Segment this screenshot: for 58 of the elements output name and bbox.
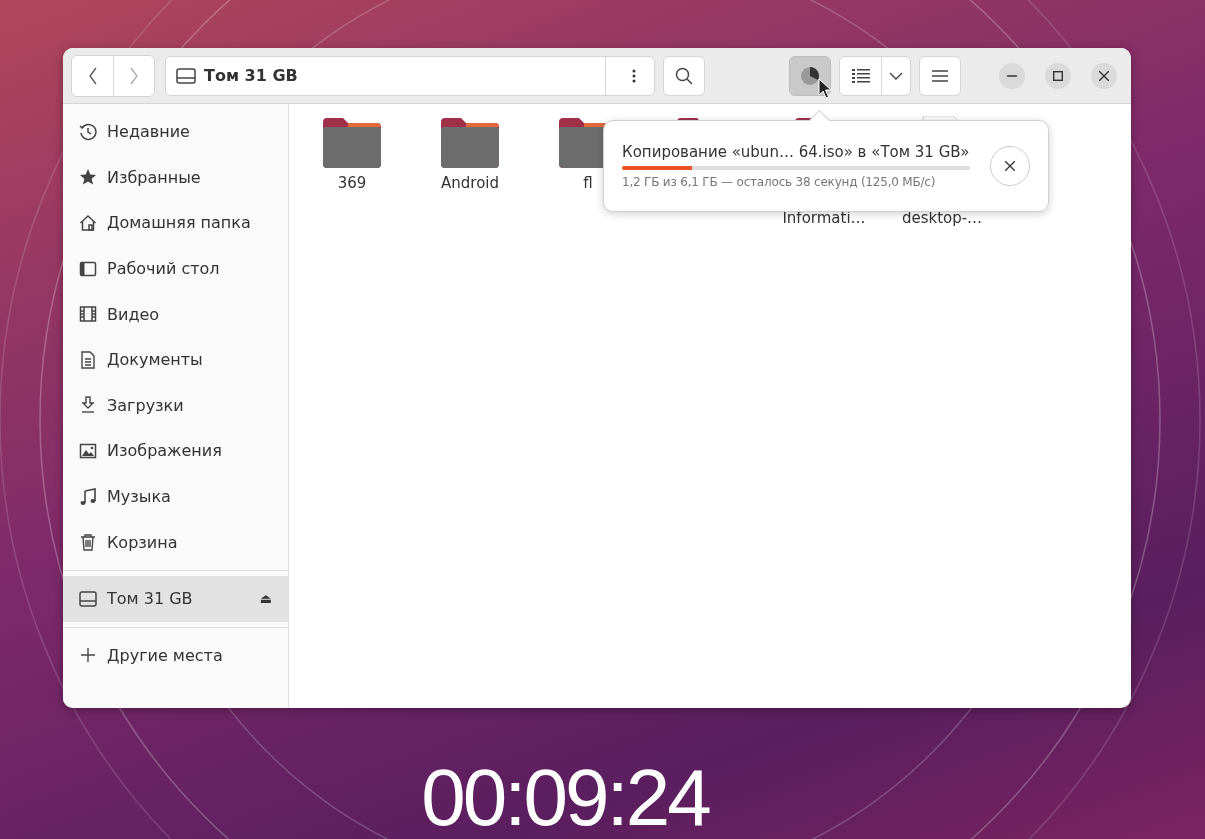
folder-icon[interactable] — [441, 116, 499, 168]
file-name: fl — [583, 174, 593, 192]
sidebar-item[interactable]: Рабочий стол — [63, 245, 288, 292]
document-icon — [79, 350, 97, 369]
chevron-right-icon — [129, 66, 139, 85]
desktop-icon — [79, 259, 97, 278]
close-icon — [1099, 70, 1109, 81]
close-icon — [1005, 161, 1016, 171]
mouse-pointer-icon — [818, 78, 832, 100]
image-icon — [79, 441, 97, 460]
timer-text: 00:09:24 — [420, 758, 711, 838]
download-icon — [79, 396, 97, 415]
home-icon — [79, 214, 97, 232]
sidebar-item[interactable]: Недавние — [63, 109, 288, 155]
operation-title: Копирование «ubun… 64.iso» в «Том 31 GB» — [622, 143, 971, 161]
file-name: 369 — [337, 174, 367, 192]
location-label: Том 31 GB — [204, 66, 299, 85]
sidebar-item[interactable]: Документы — [63, 336, 288, 383]
star-icon — [79, 168, 97, 187]
location-bar[interactable]: Том 31 GB — [165, 55, 655, 96]
close-button[interactable] — [1091, 62, 1117, 89]
search-button[interactable] — [663, 55, 705, 96]
menu-icon — [932, 69, 948, 82]
trash-icon — [79, 533, 97, 552]
eject-button[interactable]: ⏏ — [259, 591, 272, 607]
list-icon — [851, 68, 870, 83]
vertical-dots-icon — [632, 68, 636, 83]
operation-details: 1,2 ГБ из 6,1 ГБ — осталось 38 секунд (125,0 МБ/с) — [622, 175, 937, 189]
chevron-down-icon — [889, 71, 903, 80]
sidebar-item[interactable]: Том 31 GB ⏏ — [63, 575, 288, 622]
drive-icon — [79, 589, 97, 608]
maximize-icon — [1053, 70, 1063, 81]
clock-icon — [79, 122, 97, 141]
sidebar-item[interactable]: Домашняя папка — [63, 200, 288, 246]
main-menu-button[interactable] — [919, 55, 961, 96]
sidebar-item[interactable]: Загрузки — [63, 382, 288, 429]
sidebar-item[interactable]: Корзина — [63, 519, 288, 565]
minimize-button[interactable] — [999, 62, 1025, 89]
sidebar-item[interactable]: Другие места — [63, 632, 288, 679]
file-name: Android — [441, 174, 499, 192]
chevron-left-icon — [87, 66, 98, 85]
search-icon — [675, 66, 693, 85]
cancel-button[interactable] — [990, 146, 1030, 186]
pie-progress-icon — [800, 65, 820, 86]
film-icon — [79, 305, 97, 324]
folder-icon[interactable] — [323, 116, 381, 168]
sidebar-item[interactable]: Музыка — [63, 473, 288, 520]
music-icon — [79, 487, 97, 506]
sidebar-item[interactable]: Избранные — [63, 154, 288, 201]
list-view-button[interactable] — [840, 56, 881, 95]
maximize-button[interactable] — [1045, 62, 1071, 89]
sidebar-item[interactable]: Видео — [63, 291, 288, 337]
plus-icon — [79, 646, 97, 665]
drive-icon — [176, 67, 196, 84]
file-name: Informati… — [782, 209, 866, 227]
sidebar-item[interactable]: Изображения — [63, 428, 288, 474]
minimize-icon — [1007, 74, 1017, 77]
file-name: desktop-… — [901, 209, 983, 227]
